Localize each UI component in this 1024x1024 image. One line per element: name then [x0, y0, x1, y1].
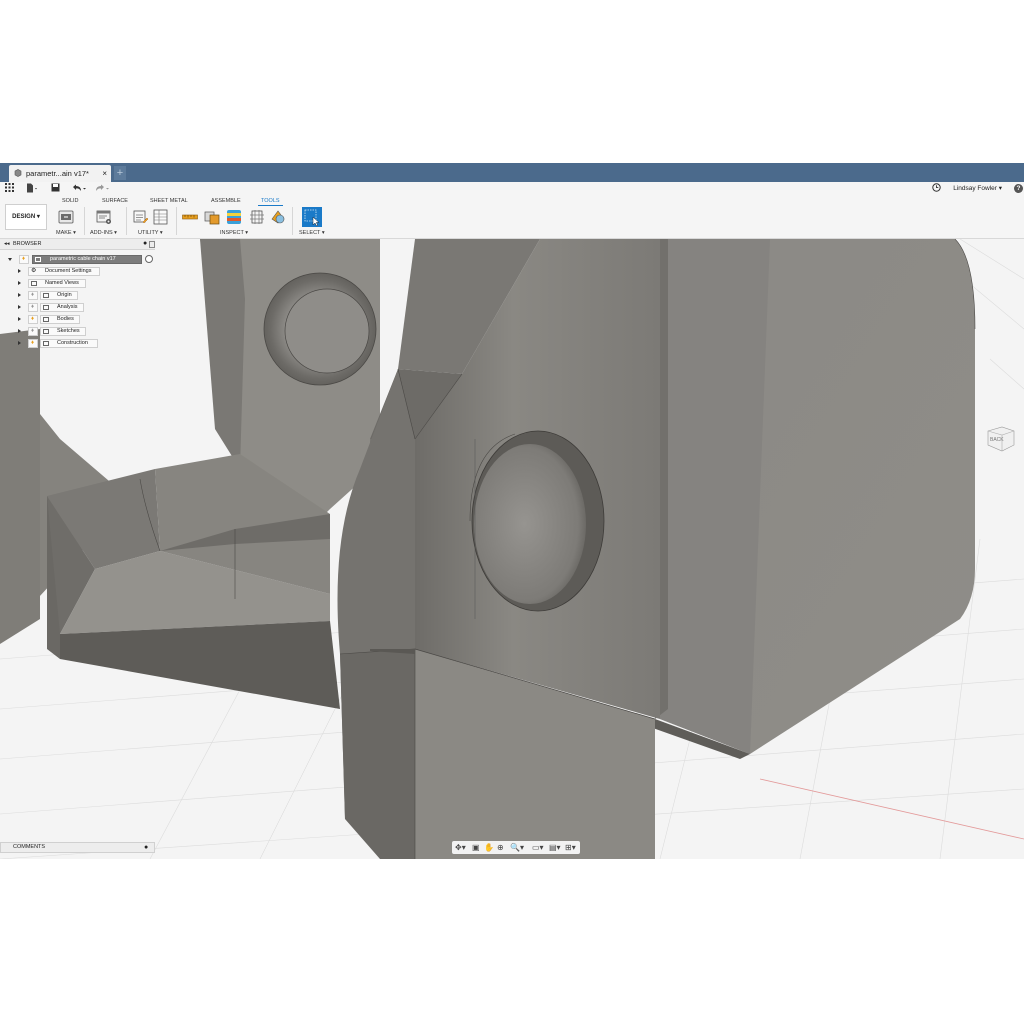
- view-cube[interactable]: BACK: [984, 421, 1018, 455]
- browser-item-label: Bodies: [57, 316, 74, 322]
- help-icon[interactable]: ?: [1014, 184, 1023, 193]
- browser-panel-header: ◂◂ BROWSER ●: [0, 239, 155, 250]
- zebra-analysis-icon[interactable]: [226, 209, 242, 225]
- tab-sheet-metal[interactable]: SHEET METAL: [150, 197, 188, 205]
- comments-title: COMMENTS: [13, 844, 46, 850]
- construction-chip: Construction: [40, 339, 98, 348]
- browser-root-item[interactable]: parametric cable chain v17: [32, 255, 142, 264]
- activate-component-icon[interactable]: [145, 255, 153, 263]
- measure-utility-icon[interactable]: [133, 209, 149, 225]
- visibility-bulb-icon[interactable]: ♦: [28, 327, 38, 336]
- section-analysis-icon[interactable]: [249, 209, 265, 225]
- visibility-bulb-icon[interactable]: ♦: [19, 255, 29, 264]
- select-group-label[interactable]: SELECT ▾: [299, 229, 325, 237]
- ribbon-separator: [126, 207, 127, 235]
- ribbon-separator: [84, 207, 85, 235]
- document-settings-chip: ⚙ Document Settings: [28, 267, 100, 276]
- apps-grid-icon[interactable]: [5, 183, 14, 195]
- folder-icon: [31, 281, 37, 286]
- folder-icon: [43, 293, 49, 298]
- browser-item-label: Analysis: [57, 304, 78, 310]
- scripts-addins-icon[interactable]: [96, 209, 112, 225]
- tab-solid[interactable]: SOLID: [62, 197, 79, 205]
- 3d-print-icon[interactable]: [58, 209, 74, 225]
- visibility-bulb-icon[interactable]: ♦: [28, 315, 38, 324]
- job-status-clock-icon[interactable]: [932, 183, 941, 195]
- quick-access-toolbar: Lindsay Fowler ▾ ?: [0, 182, 1024, 195]
- collapse-arrow-icon[interactable]: [8, 258, 12, 263]
- browser-item-label: Document Settings: [45, 268, 92, 274]
- close-tab-icon[interactable]: ×: [102, 165, 107, 182]
- expand-arrow-icon[interactable]: [18, 293, 21, 297]
- orbit-icon[interactable]: ✥▾: [455, 841, 466, 854]
- browser-tree: ♦ parametric cable chain v17 ⚙ Document …: [0, 255, 160, 355]
- origin-chip: Origin: [40, 291, 78, 300]
- toolbar-ribbon: DESIGN ▾ SOLID SURFACE SHEET METAL ASSEM…: [0, 195, 1024, 239]
- interference-icon[interactable]: [204, 209, 220, 225]
- visibility-bulb-icon[interactable]: ♦: [28, 291, 38, 300]
- browser-close-icon[interactable]: ●: [143, 239, 147, 249]
- bodies-chip: Bodies: [40, 315, 80, 324]
- fit-zoom-icon[interactable]: 🔍▾: [510, 841, 524, 854]
- document-tab-title: parametr...ain v17*: [26, 169, 89, 178]
- analysis-chip: Analysis: [40, 303, 84, 312]
- make-group-label[interactable]: MAKE ▾: [56, 229, 76, 237]
- measure-icon[interactable]: [182, 209, 198, 225]
- browser-pin-icon[interactable]: [149, 241, 155, 248]
- pan-hand-icon[interactable]: ✋: [484, 841, 494, 854]
- root-component-label: parametric cable chain v17: [50, 256, 116, 262]
- select-icon[interactable]: [302, 207, 322, 227]
- parameters-table-icon[interactable]: [153, 209, 169, 225]
- visibility-bulb-icon[interactable]: ♦: [28, 303, 38, 312]
- view-cube-face-label: BACK: [990, 437, 1004, 443]
- browser-title: BROWSER: [13, 241, 42, 247]
- comments-close-icon[interactable]: ●: [144, 843, 148, 852]
- tab-assemble[interactable]: ASSEMBLE: [211, 197, 241, 205]
- save-icon[interactable]: [51, 183, 60, 195]
- expand-arrow-icon[interactable]: [18, 341, 21, 345]
- user-account-menu[interactable]: Lindsay Fowler ▾: [953, 183, 1002, 194]
- sketches-chip: Sketches: [40, 327, 86, 336]
- named-views-chip: Named Views: [28, 279, 86, 288]
- expand-arrow-icon[interactable]: [18, 317, 21, 321]
- viewports-icon[interactable]: ⊞▾: [565, 841, 576, 854]
- navigation-bar: ✥▾ ▣ ✋ ⊕ 🔍▾ ▭▾ ▤▾ ⊞▾: [452, 841, 580, 854]
- ribbon-separator: [292, 207, 293, 235]
- new-tab-button[interactable]: +: [114, 166, 126, 180]
- expand-arrow-icon[interactable]: [18, 269, 21, 273]
- expand-arrow-icon[interactable]: [18, 305, 21, 309]
- display-settings-icon[interactable]: ▭▾: [532, 841, 544, 854]
- browser-item-label: Origin: [57, 292, 72, 298]
- look-at-icon[interactable]: ▣: [472, 841, 480, 854]
- visibility-bulb-icon[interactable]: ♦: [28, 339, 38, 348]
- inspect-group-label[interactable]: INSPECT ▾: [220, 229, 248, 237]
- zoom-icon[interactable]: ⊕: [497, 841, 504, 854]
- folder-icon: [43, 329, 49, 334]
- folder-icon: [43, 305, 49, 310]
- utility-group-label[interactable]: UTILITY ▾: [138, 229, 163, 237]
- folder-icon: [43, 341, 49, 346]
- tab-surface[interactable]: SURFACE: [102, 197, 128, 205]
- display-component-colors-icon[interactable]: [270, 209, 286, 225]
- collapse-browser-icon[interactable]: ◂◂: [4, 239, 10, 249]
- comments-panel[interactable]: COMMENTS ●: [0, 842, 155, 853]
- grid-settings-icon[interactable]: ▤▾: [549, 841, 561, 854]
- browser-item-label: Construction: [57, 340, 88, 346]
- ribbon-separator: [176, 207, 177, 235]
- browser-item-label: Named Views: [45, 280, 79, 286]
- gear-icon: ⚙: [31, 268, 37, 274]
- expand-arrow-icon[interactable]: [18, 329, 21, 333]
- folder-icon: [43, 317, 49, 322]
- document-tab-bar: parametr...ain v17* × +: [0, 163, 1024, 182]
- addins-group-label[interactable]: ADD-INS ▾: [90, 229, 117, 237]
- document-tab[interactable]: parametr...ain v17* ×: [9, 165, 111, 182]
- workspace-switcher[interactable]: DESIGN ▾: [5, 204, 47, 230]
- document-cube-icon: [14, 169, 22, 177]
- browser-item-label: Sketches: [57, 328, 80, 334]
- fusion-window: parametr...ain v17* × + Lindsay Fowler ▾: [0, 163, 1024, 859]
- expand-arrow-icon[interactable]: [18, 281, 21, 285]
- tab-tools[interactable]: TOOLS: [258, 197, 283, 206]
- x-axis-line: [759, 778, 1024, 840]
